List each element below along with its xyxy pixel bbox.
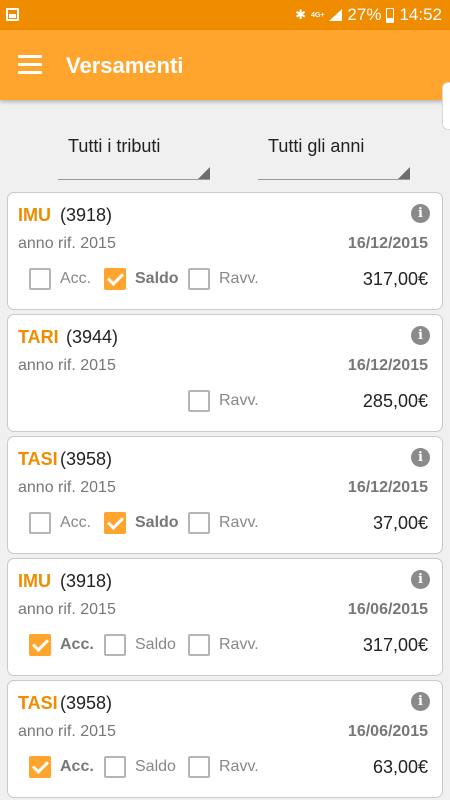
anni-filter-value: Tutti gli anni: [268, 136, 365, 156]
payment-date: 16/12/2015: [347, 479, 428, 496]
checkbox-checked-icon: [29, 756, 51, 778]
acc-checkbox[interactable]: Acc.: [29, 268, 91, 290]
reference-year: anno rif. 2015: [18, 601, 116, 618]
ravv-label: Ravv.: [219, 758, 259, 775]
checkbox-icon: [188, 756, 210, 778]
payment-amount: 317,00€: [362, 269, 428, 289]
menu-icon[interactable]: [18, 55, 42, 75]
info-icon[interactable]: i: [411, 448, 430, 467]
saldo-checkbox[interactable]: Saldo: [104, 512, 179, 534]
ravv-label: Ravv.: [219, 270, 259, 287]
payment-amount: 285,00€: [362, 391, 428, 411]
tax-name: IMU: [18, 571, 51, 591]
tax-code: (3944): [66, 327, 119, 347]
payment-card[interactable]: TARI (3944) i anno rif. 2015 16/12/2015 …: [7, 314, 443, 432]
network-type-indicator: 4G+: [310, 11, 325, 19]
clock: 14:52: [399, 5, 442, 24]
ravv-checkbox[interactable]: Ravv.: [188, 634, 259, 656]
battery-percent: 27%: [347, 5, 382, 24]
tax-code: (3918): [60, 571, 113, 591]
info-icon[interactable]: i: [411, 326, 430, 345]
checkbox-checked-icon: [104, 512, 126, 534]
checkbox-checked-icon: [104, 268, 126, 290]
acc-label: Acc.: [60, 514, 92, 531]
tax-name: TASI: [18, 693, 58, 713]
acc-checkbox[interactable]: Acc.: [29, 756, 94, 778]
checkbox-icon: [104, 756, 126, 778]
status-indicators: ✱ 4G+ 27% 14:52: [295, 0, 442, 30]
acc-checkbox[interactable]: Acc.: [29, 634, 94, 656]
payment-date: 16/06/2015: [347, 723, 428, 740]
checkbox-icon: [188, 390, 210, 412]
checkbox-icon: [29, 512, 51, 534]
signal-icon: [329, 9, 343, 21]
saldo-label: Saldo: [135, 758, 176, 775]
reference-year: anno rif. 2015: [18, 357, 116, 374]
ravv-checkbox[interactable]: Ravv.: [188, 756, 259, 778]
status-bar: ✱ 4G+ 27% 14:52: [0, 0, 450, 30]
bluetooth-icon: ✱: [295, 7, 306, 22]
ravv-checkbox[interactable]: Ravv.: [188, 268, 259, 290]
ravv-label: Ravv.: [219, 392, 259, 409]
dropdown-arrow-icon: [198, 167, 210, 179]
checkbox-icon: [188, 268, 210, 290]
ravv-checkbox[interactable]: Ravv.: [188, 512, 259, 534]
acc-label: Acc.: [60, 758, 94, 775]
page-title: Versamenti: [66, 53, 184, 78]
ravv-label: Ravv.: [219, 636, 259, 653]
saldo-label: Saldo: [135, 636, 176, 653]
app-bar: Versamenti: [0, 30, 450, 100]
info-icon[interactable]: i: [411, 204, 430, 223]
tax-code: (3958): [60, 449, 113, 469]
reference-year: anno rif. 2015: [18, 723, 116, 740]
side-drawer-handle[interactable]: [442, 82, 450, 130]
payment-date: 16/12/2015: [347, 235, 428, 252]
ravv-label: Ravv.: [219, 514, 259, 531]
anni-filter-dropdown[interactable]: Tutti gli anni: [258, 132, 410, 180]
tributi-filter-dropdown[interactable]: Tutti i tributi: [58, 132, 210, 180]
checkbox-icon: [104, 634, 126, 656]
checkbox-icon: [188, 512, 210, 534]
acc-checkbox[interactable]: Acc.: [29, 512, 91, 534]
payment-date: 16/06/2015: [347, 601, 428, 618]
saldo-label: Saldo: [135, 270, 179, 287]
reference-year: anno rif. 2015: [18, 479, 116, 496]
saldo-label: Saldo: [135, 514, 179, 531]
payment-amount: 63,00€: [372, 757, 428, 777]
ravv-checkbox[interactable]: Ravv.: [188, 390, 259, 412]
battery-icon: [386, 7, 395, 23]
info-icon[interactable]: i: [411, 570, 430, 589]
saldo-checkbox[interactable]: Saldo: [104, 756, 176, 778]
tax-name: IMU: [18, 205, 51, 225]
payment-card[interactable]: TASI (3958) i anno rif. 2015 16/06/2015 …: [7, 680, 443, 798]
tributi-filter-value: Tutti i tributi: [68, 136, 161, 156]
saldo-checkbox[interactable]: Saldo: [104, 268, 179, 290]
checkbox-icon: [188, 634, 210, 656]
payment-card[interactable]: TASI (3958) i anno rif. 2015 16/12/2015 …: [7, 436, 443, 554]
payment-amount: 317,00€: [362, 635, 428, 655]
info-icon[interactable]: i: [411, 692, 430, 711]
reference-year: anno rif. 2015: [18, 235, 116, 252]
checkbox-icon: [29, 268, 51, 290]
tax-name: TARI: [18, 327, 59, 347]
tax-code: (3918): [60, 205, 113, 225]
payment-card[interactable]: IMU (3918) i anno rif. 2015 16/12/2015 A…: [7, 192, 443, 310]
checkbox-checked-icon: [29, 634, 51, 656]
acc-label: Acc.: [60, 270, 92, 287]
tax-code: (3958): [60, 693, 113, 713]
tax-name: TASI: [18, 449, 58, 469]
payment-amount: 37,00€: [372, 513, 428, 533]
payment-card[interactable]: IMU (3918) i anno rif. 2015 16/06/2015 A…: [7, 558, 443, 676]
dropdown-arrow-icon: [398, 167, 410, 179]
image-notification-icon: [6, 8, 19, 21]
acc-label: Acc.: [60, 636, 94, 653]
payment-date: 16/12/2015: [347, 357, 428, 374]
saldo-checkbox[interactable]: Saldo: [104, 634, 176, 656]
